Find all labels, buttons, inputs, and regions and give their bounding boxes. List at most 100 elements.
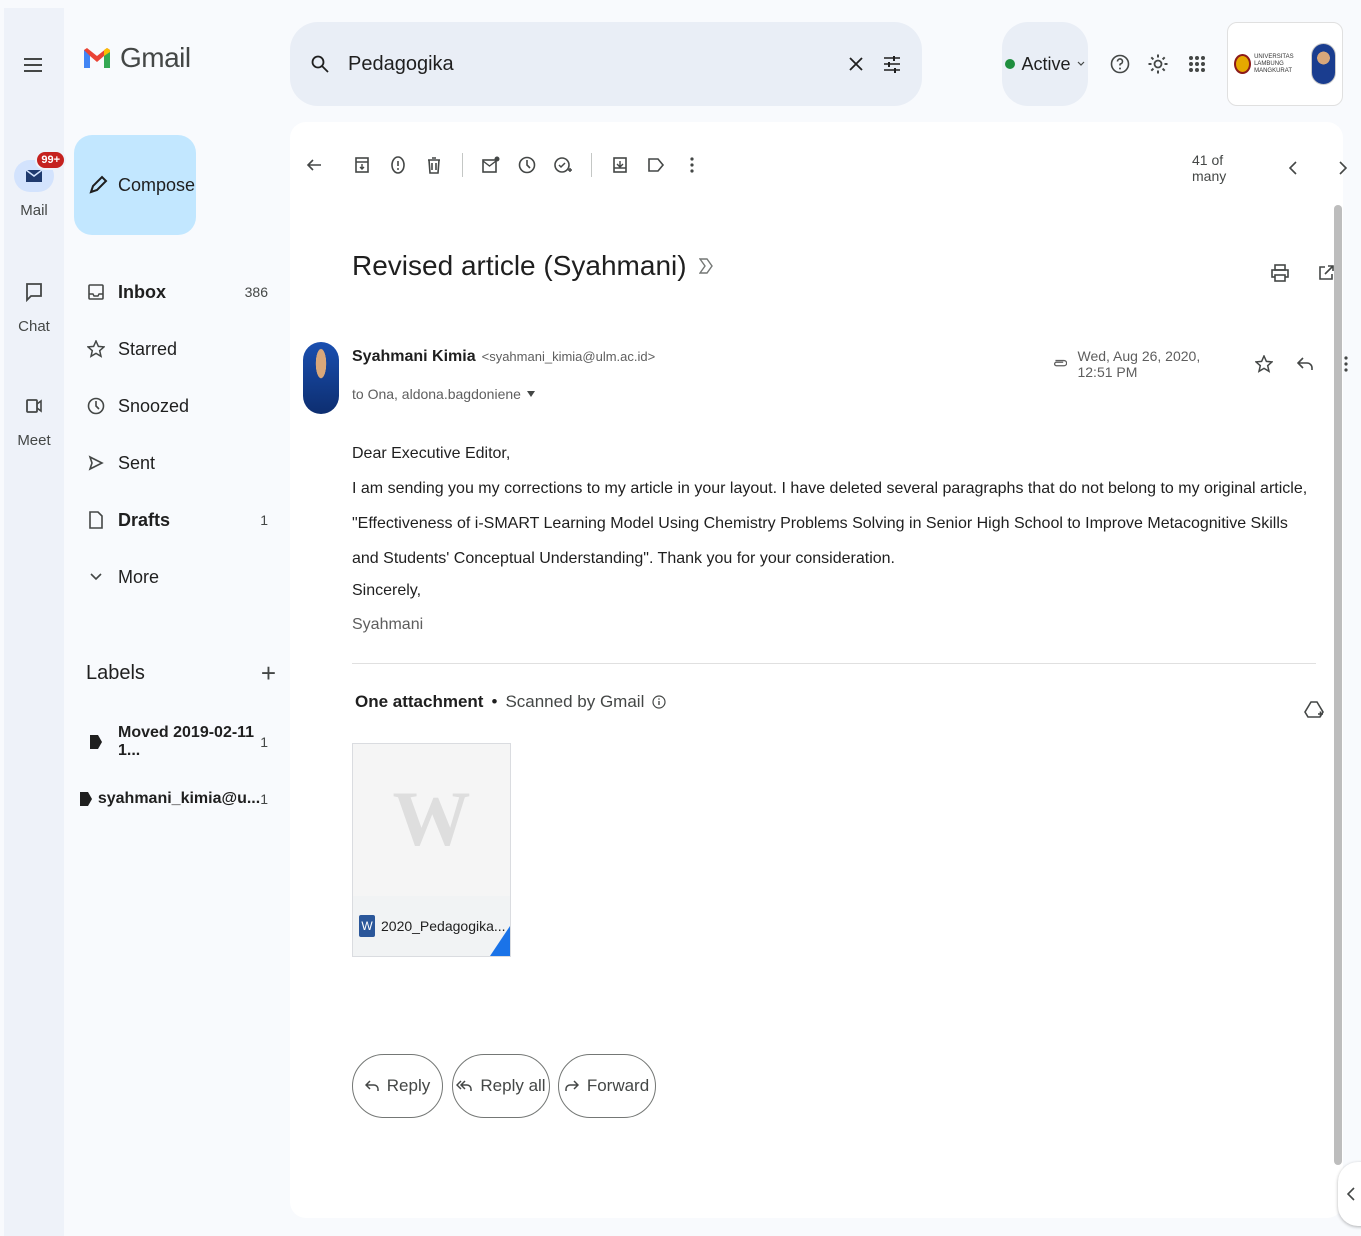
- mail-icon-wrap: 99+: [14, 150, 66, 192]
- email-subject: Revised article (Syahmani): [352, 250, 687, 281]
- trash-icon: [428, 157, 440, 174]
- add-to-drive-button[interactable]: [1296, 692, 1332, 728]
- recipients-toggle[interactable]: to Ona, aldona.bagdoniene: [352, 386, 535, 402]
- add-to-drive-icon: [1304, 701, 1324, 718]
- nav-item-snoozed[interactable]: Snoozed: [74, 386, 284, 426]
- reply-icon-button[interactable]: [1289, 346, 1320, 382]
- attachments-header: One attachment • Scanned by Gmail: [355, 692, 666, 712]
- message-panel: [290, 122, 1343, 1218]
- clear-search-button[interactable]: [838, 46, 874, 82]
- chevron-down-icon: [74, 573, 118, 581]
- archive-button[interactable]: [344, 147, 380, 183]
- newer-button[interactable]: [1275, 150, 1311, 186]
- reply-button[interactable]: Reply: [352, 1054, 443, 1118]
- organization-logo: UNIVERSITAS LAMBUNG MANGKURAT: [1234, 54, 1311, 75]
- attachment-footer: W 2020_Pedagogika...: [353, 896, 510, 956]
- account-switcher[interactable]: UNIVERSITAS LAMBUNG MANGKURAT: [1227, 22, 1343, 106]
- meet-icon-wrap: [14, 390, 54, 422]
- more-options-button[interactable]: [674, 147, 710, 183]
- label-item[interactable]: syahmani_kimia@u... 1: [74, 779, 284, 819]
- status-label: Active: [1021, 53, 1071, 74]
- nav-label: Starred: [118, 338, 178, 359]
- nav-count: 1: [260, 512, 268, 528]
- search-options-button[interactable]: [874, 46, 910, 82]
- info-icon[interactable]: [652, 695, 666, 709]
- gmail-logo[interactable]: Gmail: [82, 42, 191, 74]
- forward-icon: [565, 1080, 579, 1091]
- bullet-separator: •: [491, 692, 498, 711]
- toolbar-divider: [462, 153, 463, 177]
- app-name: Gmail: [120, 42, 191, 73]
- search-input[interactable]: [348, 52, 838, 76]
- snooze-button[interactable]: [509, 147, 545, 183]
- mark-unread-button[interactable]: [473, 147, 509, 183]
- reply-label: Reply: [386, 1076, 431, 1095]
- nav-item-inbox[interactable]: Inbox 386: [74, 272, 284, 312]
- menu-icon: [24, 58, 42, 72]
- sender-email: <syahmani_kimia@ulm.ac.id>: [481, 349, 656, 364]
- reply-all-button[interactable]: Reply all: [452, 1054, 550, 1118]
- side-panel-toggle[interactable]: [1338, 1162, 1361, 1226]
- rail-label-mail: Mail: [20, 202, 48, 219]
- unread-badge: 99+: [35, 150, 66, 170]
- nav-label: Sent: [118, 452, 156, 473]
- email-body: Dear Executive Editor, I am sending you …: [352, 436, 1312, 576]
- older-button[interactable]: [1325, 150, 1361, 186]
- main-menu-button[interactable]: [18, 50, 48, 80]
- rail-item-chat[interactable]: Chat: [4, 276, 64, 335]
- message-date: Wed, Aug 26, 2020, 12:51 PM: [1077, 348, 1201, 380]
- nav-item-sent[interactable]: Sent: [74, 443, 284, 483]
- pagination: 41 of many: [1192, 150, 1361, 186]
- inbox-icon: [74, 284, 118, 300]
- label-name: Moved 2019-02-11 1...: [118, 724, 255, 759]
- apps-button[interactable]: [1179, 46, 1215, 82]
- star-button[interactable]: [1248, 346, 1279, 382]
- sender-avatar[interactable]: [303, 342, 339, 414]
- email-greeting: Dear Executive Editor,: [352, 445, 511, 462]
- label-tag-icon: [74, 734, 118, 750]
- attachment-preview: W: [353, 744, 510, 894]
- attachment-card[interactable]: W W 2020_Pedagogika...: [352, 743, 511, 957]
- labels-button[interactable]: [638, 147, 674, 183]
- label-icon: [648, 158, 665, 172]
- sender-name[interactable]: Syahmani Kimia: [352, 348, 476, 366]
- arrow-back-icon: [306, 159, 321, 171]
- search-icon: [311, 55, 329, 73]
- settings-button[interactable]: [1140, 46, 1176, 82]
- apps-grid-icon: [1189, 56, 1205, 72]
- rail-item-mail[interactable]: 99+ Mail: [4, 150, 66, 219]
- delete-button[interactable]: [416, 147, 452, 183]
- status-dropdown[interactable]: Active: [1002, 22, 1088, 106]
- add-label-button[interactable]: +: [261, 660, 276, 686]
- labels-header: Labels +: [86, 660, 276, 686]
- status-dot: [1005, 59, 1016, 69]
- clock-icon: [518, 156, 536, 174]
- important-marker-icon[interactable]: [698, 258, 713, 274]
- label-item[interactable]: Moved 2019-02-11 1... 1: [74, 722, 284, 762]
- toolbar-divider: [591, 153, 592, 177]
- rail-item-meet[interactable]: Meet: [4, 390, 64, 449]
- nav-item-starred[interactable]: Starred: [74, 329, 284, 369]
- nav-item-drafts[interactable]: Drafts 1: [74, 500, 284, 540]
- move-to-button[interactable]: [602, 147, 638, 183]
- scrollbar[interactable]: [1334, 205, 1342, 1165]
- add-to-tasks-button[interactable]: [545, 147, 581, 183]
- print-button[interactable]: [1262, 255, 1298, 291]
- compose-button[interactable]: Compose: [74, 135, 196, 235]
- back-button[interactable]: [296, 147, 332, 183]
- send-icon: [74, 455, 118, 471]
- close-icon: [849, 57, 863, 71]
- help-button[interactable]: [1102, 46, 1138, 82]
- email-signature: Syahmani: [352, 616, 424, 633]
- forward-button[interactable]: Forward: [558, 1054, 656, 1118]
- pager-text: 41 of many: [1192, 152, 1227, 184]
- attachment-divider: [352, 663, 1316, 664]
- forward-label: Forward: [586, 1076, 650, 1095]
- nav-item-more[interactable]: More: [74, 557, 284, 597]
- more-vert-icon: [690, 157, 694, 173]
- archive-icon: [355, 157, 369, 173]
- email-signoff: Sincerely, Syahmani: [352, 574, 423, 642]
- report-spam-button[interactable]: [380, 147, 416, 183]
- spam-icon: [391, 156, 405, 174]
- search-button[interactable]: [302, 46, 338, 82]
